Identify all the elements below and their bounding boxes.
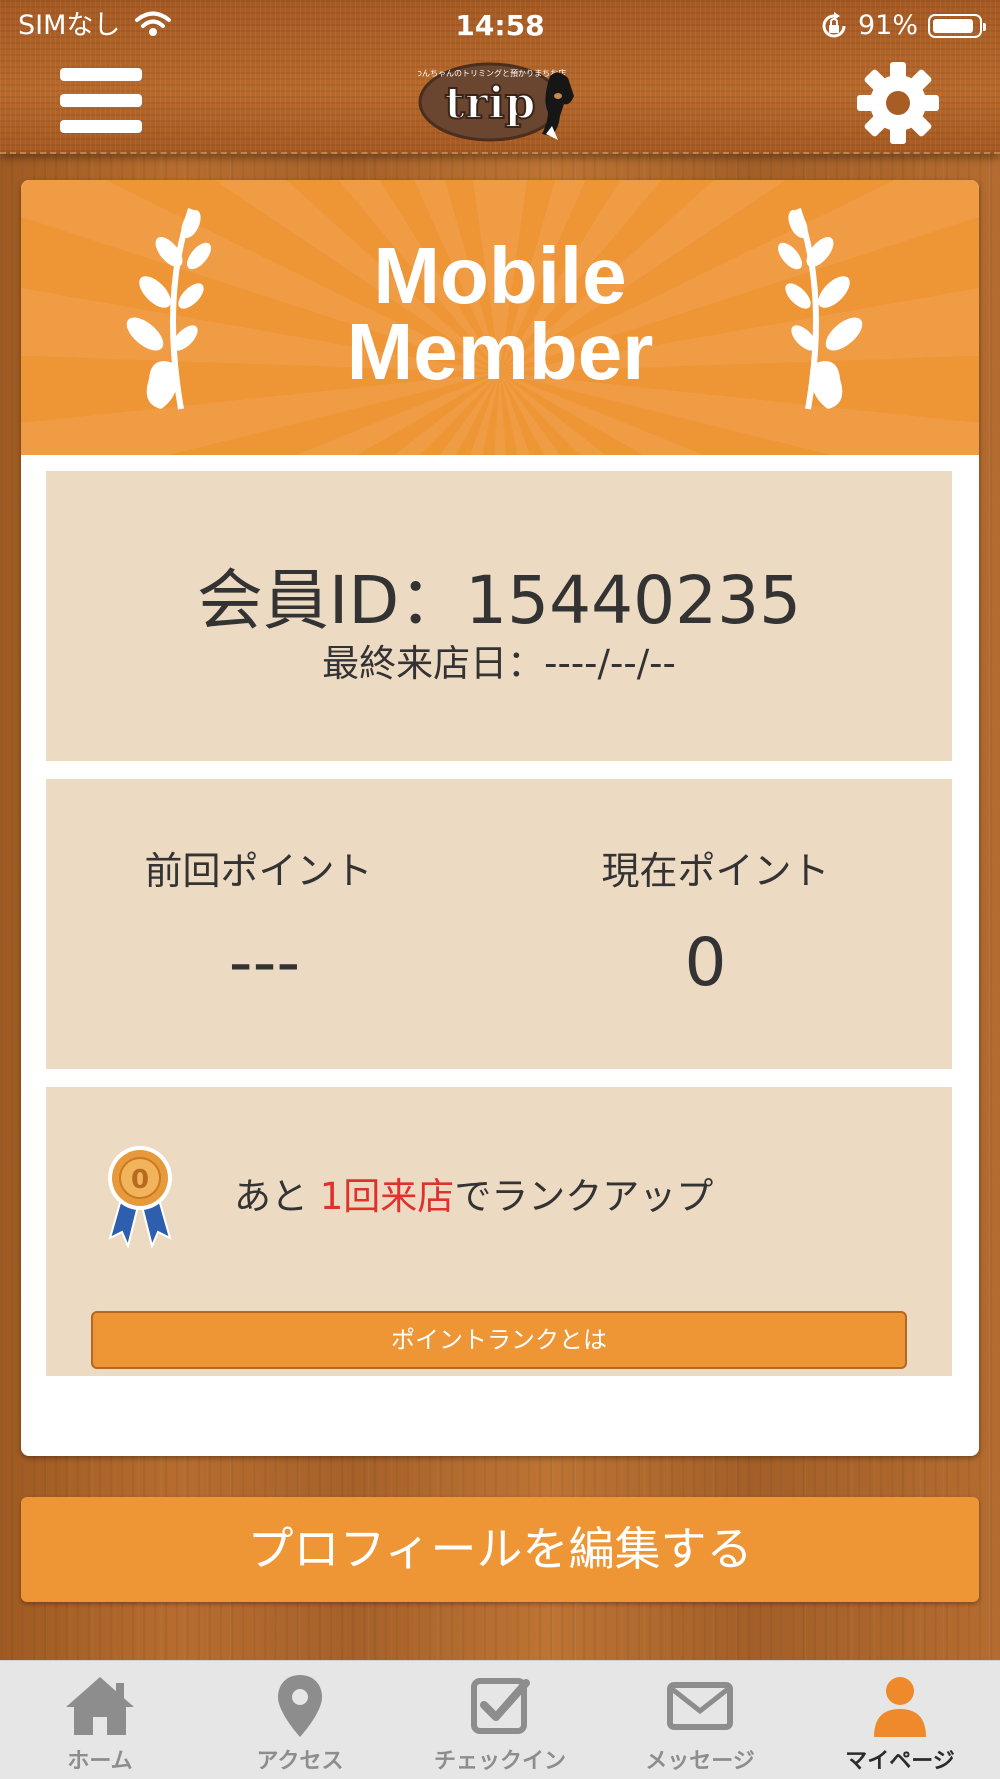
hamburger-menu-icon[interactable]	[60, 68, 142, 138]
top-bar: SIMなし 14:58 91% わんちゃんのトリミングと預かりまちお店 trip	[0, 0, 1000, 154]
tab-checkin[interactable]: チェックイン	[400, 1661, 600, 1779]
status-right: 91%	[820, 6, 986, 46]
member-card: Mobile Member 会員ID：15440235 最終来店日：----/-…	[21, 180, 979, 1456]
person-icon	[874, 1677, 926, 1737]
tab-message[interactable]: メッセージ	[600, 1661, 800, 1779]
tab-home-label: ホーム	[67, 1749, 133, 1774]
rotation-lock-icon	[822, 12, 846, 38]
battery-percent: 91%	[857, 10, 918, 41]
trip-logo: わんちゃんのトリミングと預かりまちお店 trip	[414, 56, 588, 146]
rank-up-prefix: あと	[234, 1175, 320, 1218]
point-rank-info-button[interactable]: ポイントランクとは	[91, 1311, 907, 1369]
map-pin-icon	[278, 1675, 322, 1737]
logo-text: trip	[445, 78, 536, 129]
tab-checkin-label: チェックイン	[433, 1749, 566, 1774]
current-points: 現在ポイント 0	[499, 847, 952, 1003]
settings-gear-icon[interactable]	[855, 60, 941, 146]
rank-panel: 0 あと 1回来店でランクアップ ポイントランクとは	[46, 1087, 952, 1376]
tab-mypage-label: マイページ	[845, 1749, 955, 1774]
points-panel: 前回ポイント --- 現在ポイント 0	[46, 779, 952, 1069]
tab-access[interactable]: アクセス	[200, 1661, 400, 1779]
battery-icon	[928, 14, 986, 38]
rank-up-message: あと 1回来店でランクアップ	[234, 1169, 713, 1225]
envelope-icon	[667, 1682, 733, 1730]
bottom-tab-bar: ホーム アクセス チェックイン メッセージ マイページ	[0, 1660, 1000, 1779]
current-points-label: 現在ポイント	[601, 849, 830, 893]
edit-profile-button[interactable]: プロフィールを編集する	[21, 1497, 979, 1602]
svg-text:わんちゃんのトリミングと預かりまちお店: わんちゃんのトリミングと預かりまちお店	[418, 68, 566, 78]
previous-points-label: 前回ポイント	[144, 849, 373, 893]
rank-up-visits: 1回来店	[319, 1175, 455, 1218]
rank-up-suffix: でランクアップ	[454, 1175, 714, 1218]
home-icon	[66, 1677, 134, 1735]
checkbox-icon	[471, 1678, 530, 1734]
current-points-value: 0	[684, 924, 727, 1001]
medal-rank-text: 0	[131, 1165, 149, 1195]
tab-message-label: メッセージ	[645, 1749, 755, 1774]
member-id-panel: 会員ID：15440235 最終来店日：----/--/--	[46, 471, 952, 761]
previous-points-value: ---	[228, 924, 301, 1001]
member-id: 会員ID：15440235	[196, 562, 802, 639]
tab-access-label: アクセス	[256, 1749, 344, 1774]
medal-icon: 0	[108, 1146, 172, 1248]
tab-mypage[interactable]: マイページ	[800, 1661, 1000, 1779]
previous-points: 前回ポイント ---	[46, 847, 499, 1003]
battery-fill	[933, 19, 973, 33]
laurel-right-icon	[778, 208, 863, 410]
tab-home[interactable]: ホーム	[0, 1661, 200, 1779]
mobile-member-banner: Mobile Member	[21, 180, 979, 455]
last-visit-date: 最終来店日：----/--/--	[322, 642, 676, 685]
